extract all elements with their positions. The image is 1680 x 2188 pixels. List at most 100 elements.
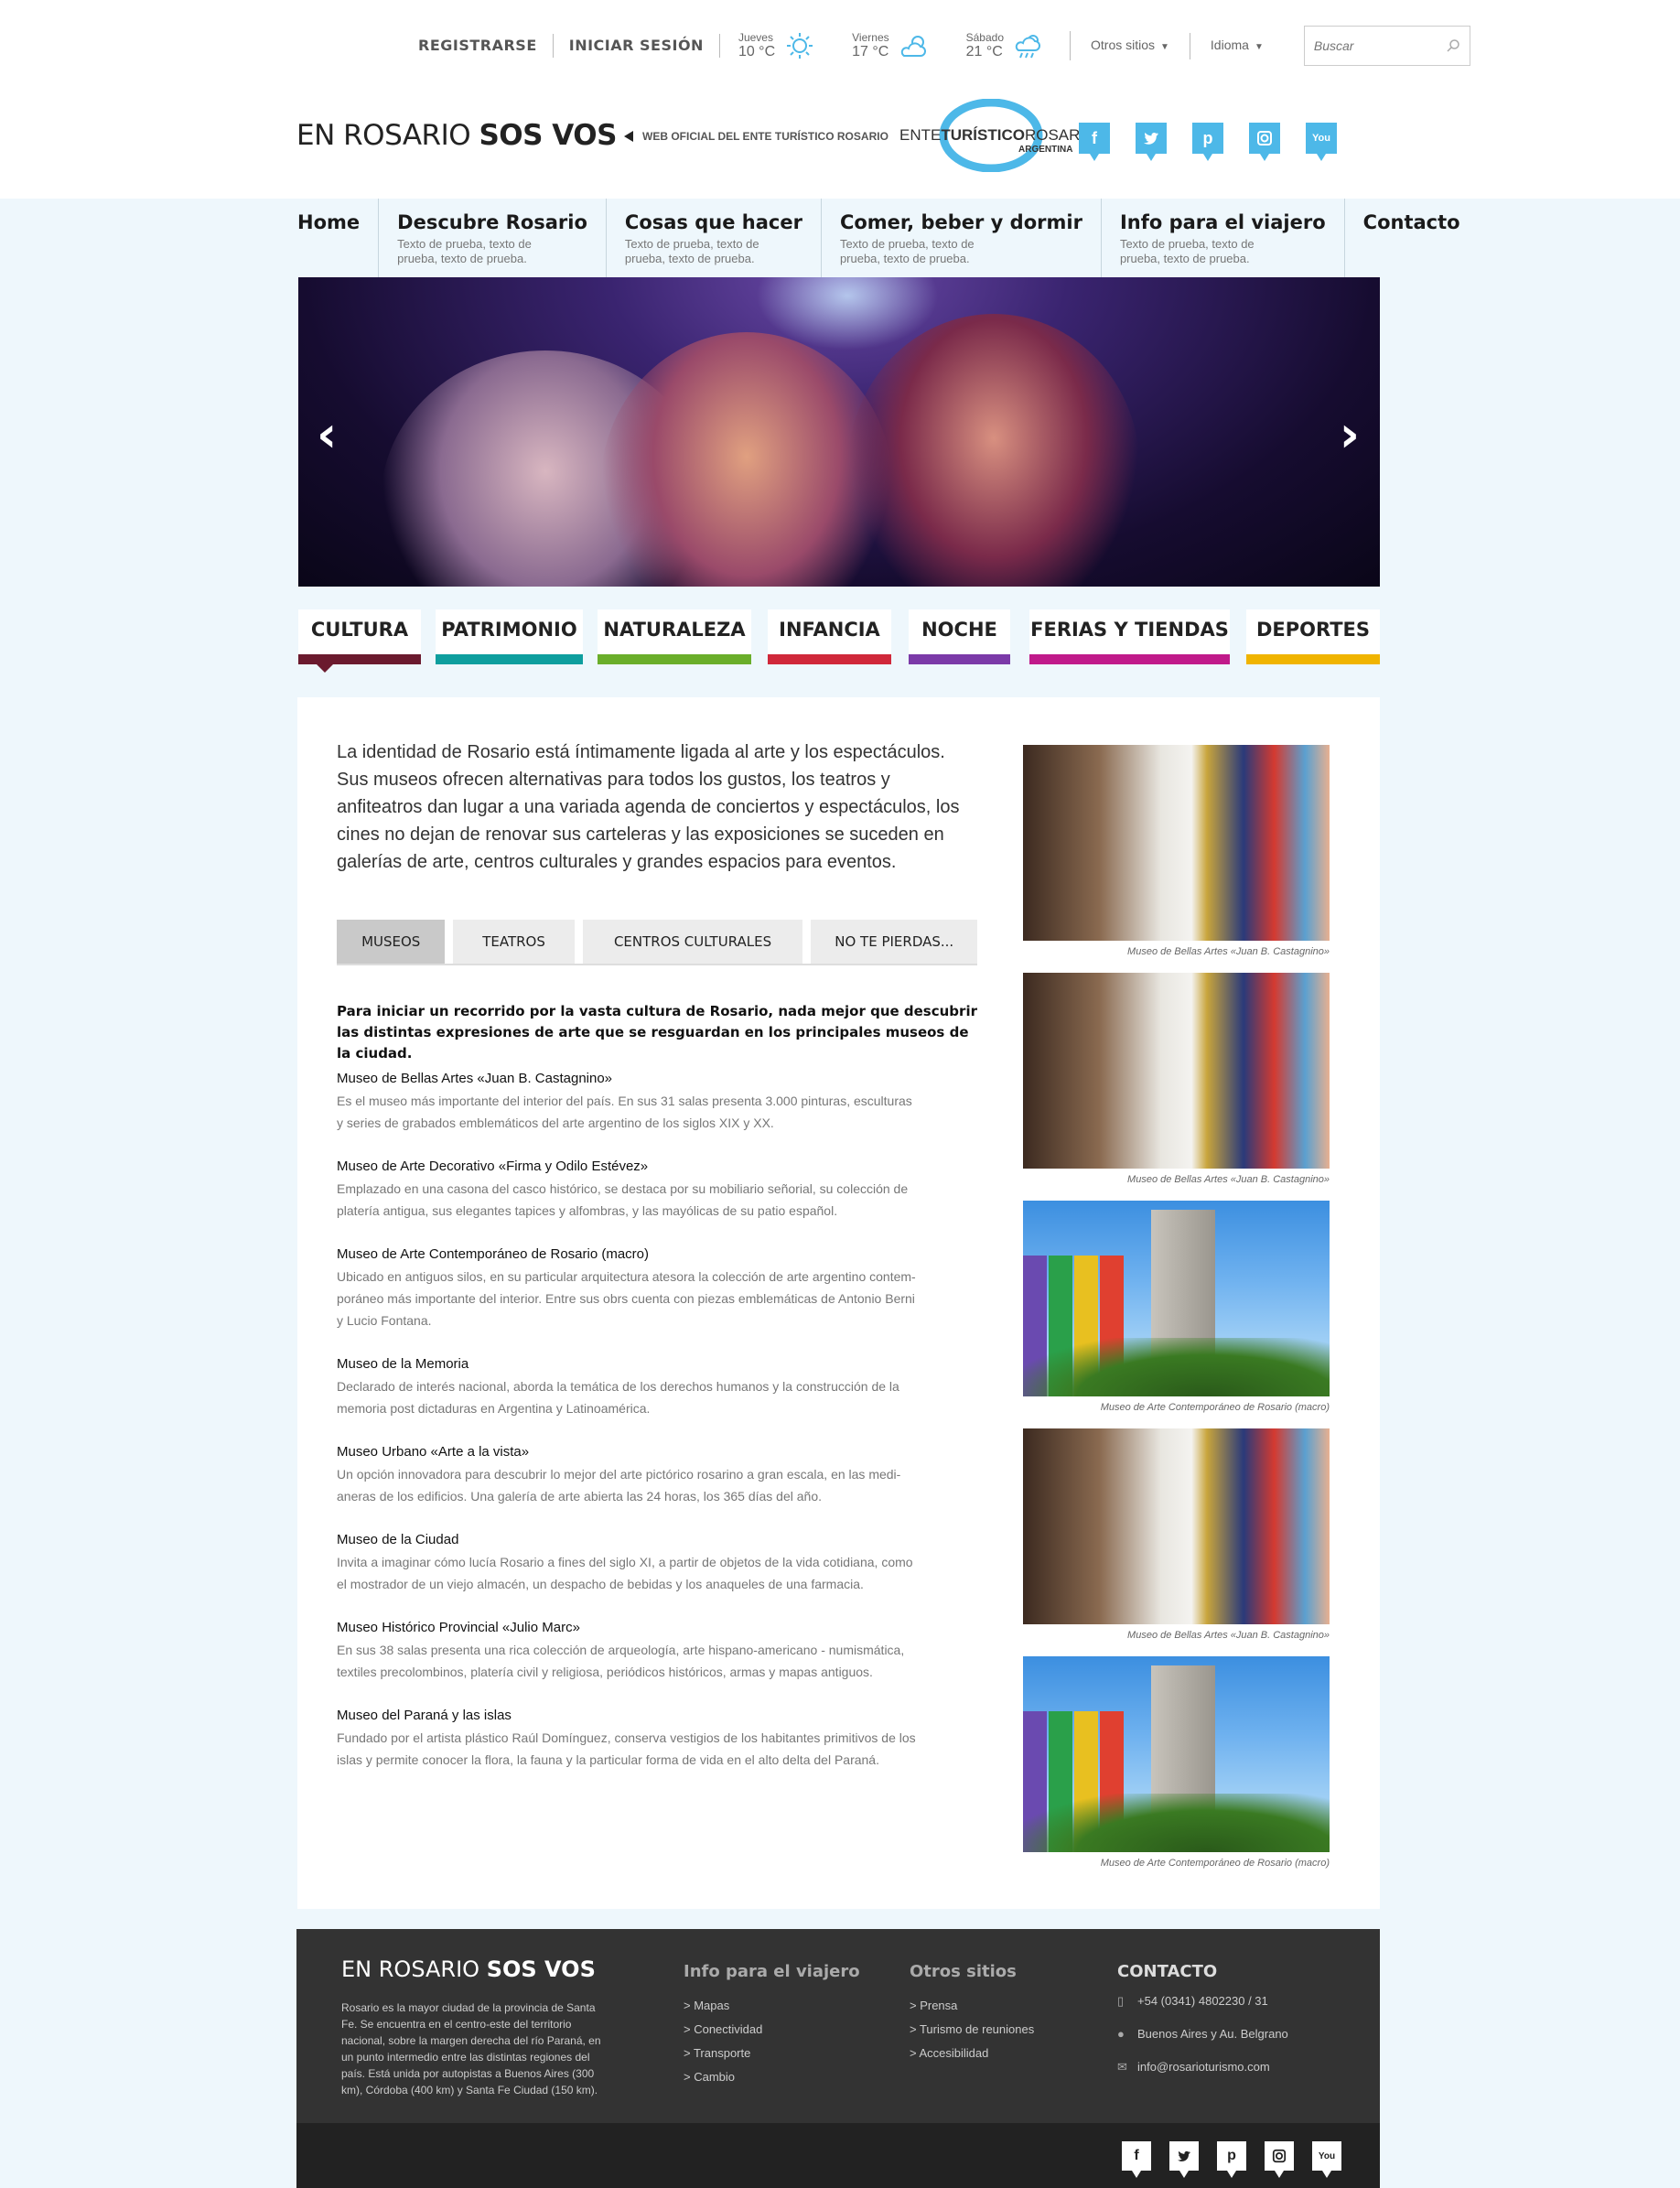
subtab-no-te-pierdas[interactable]: NO TE PIERDAS... (811, 920, 978, 964)
footer-link-accesibilidad[interactable]: > Accesibilidad (910, 2042, 1034, 2065)
museum-title[interactable]: Museo de Arte Contemporáneo de Rosario (… (337, 1244, 977, 1266)
svg-text:ENTETURÍSTICOROSARIO: ENTETURÍSTICOROSARIO (899, 126, 1084, 144)
tab-deportes[interactable]: DEPORTES (1246, 609, 1380, 664)
museum-title[interactable]: Museo Urbano «Arte a la vista» (337, 1441, 977, 1463)
subtab-museos[interactable]: MUSEOS (337, 920, 446, 964)
footer-link-transporte[interactable]: > Transporte (684, 2042, 860, 2065)
youtube-icon[interactable]: You (1306, 123, 1337, 161)
youtube-icon[interactable]: You (1312, 2141, 1341, 2178)
mail-icon: ✉ (1117, 2060, 1127, 2074)
search-icon[interactable] (1446, 38, 1460, 53)
slider-prev-arrow[interactable]: ‹ (317, 405, 337, 463)
nav-item-subtitle: Texto de prueba, texto de prueba, texto … (839, 237, 975, 265)
language-label: Idioma (1210, 37, 1249, 52)
footer-link-turismo-reuniones[interactable]: > Turismo de reuniones (910, 2018, 1034, 2042)
museum-photo[interactable] (1023, 1656, 1330, 1852)
footer-column-title: Otros sitios (910, 1962, 1017, 1981)
footer-logo[interactable]: EN ROSARIO SOS VOS (341, 1956, 596, 1982)
list-item: Museo del Paraná y las islas Fundado por … (337, 1705, 977, 1771)
nav-item-contacto[interactable]: Contacto (1345, 199, 1460, 277)
footer-description: Rosario es la mayor ciudad de la provinc… (341, 2001, 601, 2096)
weather-forecast: Jueves 10 °C Viernes 17 °C Sábado 21 °C (720, 31, 1071, 60)
register-link[interactable]: REGISTRARSE (418, 34, 554, 58)
tab-noche[interactable]: NOCHE (909, 609, 1010, 664)
footer-link-conectividad[interactable]: > Conectividad (684, 2018, 860, 2042)
facebook-icon[interactable]: f (1122, 2141, 1151, 2178)
museum-title[interactable]: Museo de la Memoria (337, 1353, 977, 1375)
tab-color-bar (298, 654, 421, 664)
nav-item-info-viajero[interactable]: Info para el viajero Texto de prueba, tex… (1102, 199, 1345, 277)
tab-ferias-y-tiendas[interactable]: FERIAS Y TIENDAS (1029, 609, 1230, 664)
ente-turistico-logo[interactable]: ENTETURÍSTICOROSARIO ARGENTINA (897, 99, 1084, 172)
museum-desc-line: aneras de los edificios. Una galería de … (337, 1489, 822, 1504)
pinterest-icon[interactable]: p (1217, 2141, 1246, 2178)
list-item: Museo de la Ciudad Invita a imaginar cómo… (337, 1529, 977, 1595)
language-dropdown[interactable]: Idioma ▼ (1190, 33, 1284, 59)
nav-item-cosas-que-hacer[interactable]: Cosas que hacer Texto de prueba, texto de… (607, 199, 822, 277)
instagram-icon[interactable] (1249, 123, 1280, 161)
tab-patrimonio[interactable]: PATRIMONIO (436, 609, 583, 664)
twitter-icon[interactable] (1136, 123, 1167, 161)
museum-desc-line: platería antigua, sus elegantes tapices … (337, 1203, 838, 1218)
museum-subtabs: MUSEOS TEATROS CENTROS CULTURALES NO TE … (337, 920, 978, 965)
museum-title[interactable]: Museo de la Ciudad (337, 1529, 977, 1551)
pinterest-icon[interactable]: p (1192, 123, 1223, 161)
tab-label: NATURALEZA (603, 619, 746, 641)
museum-desc-line: islas y permite conocer la flora, la fau… (337, 1752, 879, 1767)
intro-text: La identidad de Rosario está íntimamente… (337, 742, 960, 872)
museum-desc-line: Es el museo más importante del interior … (337, 1094, 912, 1108)
contact-email-link[interactable]: info@rosarioturismo.com (1137, 2051, 1270, 2084)
footer-bottom-bar: f p You (296, 2123, 1380, 2188)
svg-text:ARGENTINA: ARGENTINA (1018, 145, 1072, 155)
tab-naturaleza[interactable]: NATURALEZA (598, 609, 751, 664)
site-logo[interactable]: EN ROSARIO SOS VOS (296, 119, 617, 152)
nav-item-title: Cosas que hacer (624, 211, 802, 233)
tab-cultura[interactable]: CULTURA (298, 609, 421, 673)
museum-title[interactable]: Museo de Bellas Artes «Juan B. Castagnin… (337, 1068, 977, 1090)
contact-address: ● Buenos Aires y Au. Belgrano (1117, 2018, 1288, 2051)
museum-photo[interactable] (1023, 1201, 1330, 1396)
footer-link-mapas[interactable]: > Mapas (684, 1994, 860, 2018)
museum-title[interactable]: Museo Histórico Provincial «Julio Marc» (337, 1617, 977, 1639)
subtab-teatros[interactable]: TEATROS (453, 920, 575, 964)
nav-item-title: Contacto (1362, 211, 1460, 233)
slider-next-arrow[interactable]: › (1340, 405, 1360, 463)
list-item: Museo de Bellas Artes «Juan B. Castagnin… (337, 1068, 977, 1134)
tagline: WEB OFICIAL DEL ENTE TURÍSTICO ROSARIO (624, 130, 888, 143)
museum-title[interactable]: Museo del Paraná y las islas (337, 1705, 977, 1727)
site-footer: EN ROSARIO SOS VOS Rosario es la mayor c… (296, 1929, 1380, 2123)
weather-temp: 17 °C (852, 44, 889, 59)
museum-desc-line: Declarado de interés nacional, aborda la… (337, 1379, 899, 1394)
twitter-icon[interactable] (1169, 2141, 1199, 2178)
museum-desc-line: poráneo más importante del interior. Ent… (337, 1291, 915, 1306)
main-navigation: Home Descubre Rosario Texto de prueba, te… (297, 199, 1460, 277)
nav-item-home[interactable]: Home (297, 199, 380, 277)
search-input[interactable] (1313, 38, 1433, 53)
footer-link-prensa[interactable]: > Prensa (910, 1994, 1034, 2018)
list-item: Museo de la Memoria Declarado de interés … (337, 1353, 977, 1419)
login-link[interactable]: INICIAR SESIÓN (554, 34, 720, 58)
social-links-footer: f p You (1122, 2141, 1341, 2178)
museum-photo[interactable] (1023, 1428, 1330, 1624)
footer-link-cambio[interactable]: > Cambio (684, 2065, 860, 2089)
nav-item-descubre-rosario[interactable]: Descubre Rosario Texto de prueba, texto d… (379, 199, 607, 277)
hero-slider: ‹ › (298, 277, 1380, 587)
footer-column-title: CONTACTO (1117, 1962, 1218, 1981)
facebook-icon[interactable]: f (1079, 123, 1110, 161)
subtab-centros-culturales[interactable]: CENTROS CULTURALES (582, 920, 803, 964)
museum-photo[interactable] (1023, 973, 1330, 1169)
photo-caption: Museo de Bellas Artes «Juan B. Castagnin… (1127, 946, 1330, 957)
museum-desc-line: Un opción innovadora para descubrir lo m… (337, 1467, 901, 1482)
weather-day-2: Viernes 17 °C (834, 31, 947, 60)
nav-item-comer-beber-dormir[interactable]: Comer, beber y dormir Texto de prueba, te… (822, 199, 1102, 277)
trees (1023, 1794, 1330, 1852)
footer-column-title: Info para el viajero (684, 1962, 860, 1981)
museum-photo[interactable] (1023, 745, 1330, 941)
location-pin-icon: ● (1117, 2027, 1125, 2041)
nav-item-title: Comer, beber y dormir (839, 211, 1082, 233)
instagram-icon[interactable] (1265, 2141, 1294, 2178)
tab-infancia[interactable]: INFANCIA (768, 609, 891, 664)
museum-title[interactable]: Museo de Arte Decorativo «Firma y Odilo … (337, 1156, 977, 1178)
other-sites-dropdown[interactable]: Otros sitios ▼ (1071, 32, 1190, 59)
site-header: EN ROSARIO SOS VOS WEB OFICIAL DEL ENTE … (0, 92, 1680, 199)
